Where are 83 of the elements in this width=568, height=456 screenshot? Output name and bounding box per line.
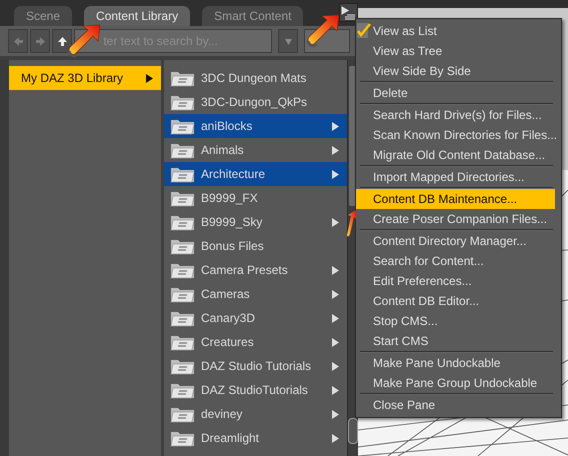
folder-label: Canary3D [201,311,256,325]
menu-item[interactable]: Import Mapped Directories... [356,167,561,187]
menu-item[interactable]: Content DB Maintenance... [356,189,555,209]
dropdown-button[interactable] [278,29,298,53]
folder-label: Architecture [201,167,266,181]
menu-item[interactable]: Make Pane Undockable [356,353,561,373]
menu-item[interactable]: Delete [356,83,561,103]
dropdown-icon [284,36,293,46]
folder-icon [170,69,195,87]
folder-label: B9999_Sky [201,215,264,229]
folder-icon [170,261,195,279]
menu-item[interactable]: Make Pane Group Undockable [356,373,561,393]
folder-label: DAZ StudioTutorials [201,383,309,397]
folder-label: B9999_FX [201,191,259,205]
tab[interactable]: Smart Content [202,6,304,26]
folder-label: 3DC-Dungon_QkPs [201,95,308,109]
folder-item[interactable]: 3DC-Dungon_QkPs [164,90,347,114]
folder-label: Creatures [201,335,255,349]
folder-icon [170,117,195,135]
folder-icon [170,357,195,375]
folder-icon [170,333,195,351]
menu-icon [341,6,356,20]
folder-label: Dreamlight [201,431,260,445]
folder-icon [170,429,195,447]
folder-item[interactable]: deviney [164,402,347,426]
folder-item[interactable]: B9999_FX [164,186,347,210]
folder-icon [170,285,195,303]
folder-item[interactable]: B9999_Sky [164,210,347,234]
back-icon [14,36,23,46]
folder-item[interactable]: Canary3D [164,306,347,330]
up-icon [58,36,67,46]
folder-label: 3DC Dungeon Mats [201,71,308,85]
folder-item[interactable]: aniBlocks [164,114,347,138]
menu-item[interactable]: Search for Content... [356,251,561,271]
tab[interactable]: Scene [14,6,72,26]
up-button[interactable] [52,29,72,53]
folder-icon [170,141,195,159]
folder-icon [170,237,195,255]
menu-item[interactable]: Create Poser Companion Files... [356,209,561,229]
tab[interactable]: Content Library [84,6,190,26]
menu-item[interactable]: Migrate Old Content Database... [356,145,561,165]
folder-label: deviney [201,407,244,421]
library-item[interactable]: My DAZ 3D Library [9,66,161,90]
menu-item[interactable]: Search Hard Drive(s) for Files... [356,105,561,125]
folder-label: aniBlocks [201,119,254,133]
menu-item[interactable]: Content DB Editor... [356,291,561,311]
folder-label: Cameras [201,287,251,301]
menu-item[interactable]: Content Directory Manager... [356,231,561,251]
folder-icon [170,189,195,207]
forward-icon [36,36,45,46]
arrow-icon [347,210,356,237]
library-label: My DAZ 3D Library [21,71,124,85]
menu-item[interactable]: Edit Preferences... [356,271,561,291]
folder-label: Camera Presets [201,263,289,277]
folder-icon [170,405,195,423]
menu-item[interactable]: View Side By Side [356,61,561,81]
folder-item[interactable]: Cameras [164,282,347,306]
folder-label: DAZ Studio Tutorials [201,359,312,373]
folder-icon [170,93,195,111]
folder-icon [170,309,195,327]
menu-item[interactable]: Close Pane [356,395,561,415]
folder-item[interactable]: Animals [164,138,347,162]
folder-item[interactable]: Dreamlight [164,426,347,450]
folder-item[interactable]: Architecture [164,162,347,186]
menu-item[interactable]: View as Tree [356,41,561,61]
pane-menu-button[interactable] [339,3,358,22]
folder-item[interactable]: Camera Presets [164,258,347,282]
menu-item[interactable]: Start CMS [356,331,561,351]
folder-item[interactable]: DAZ StudioTutorials [164,378,347,402]
folder-item[interactable]: Bonus Files [164,234,347,258]
menu-item[interactable]: View as List [356,21,561,41]
menu-item[interactable]: Stop CMS... [356,311,561,331]
folder-label: Bonus Files [201,239,265,253]
folder-item[interactable]: 3DC Dungeon Mats [164,66,347,90]
back-button[interactable] [8,29,28,53]
scroll-knob[interactable] [348,418,358,444]
folder-item[interactable]: DAZ Studio Tutorials [164,354,347,378]
folder-label: Animals [201,143,245,157]
menu-item[interactable]: Scan Known Directories for Files... [356,125,561,145]
folder-icon [170,381,195,399]
folder-icon [170,213,195,231]
folder-icon [170,165,195,183]
folder-item[interactable]: Creatures [164,330,347,354]
